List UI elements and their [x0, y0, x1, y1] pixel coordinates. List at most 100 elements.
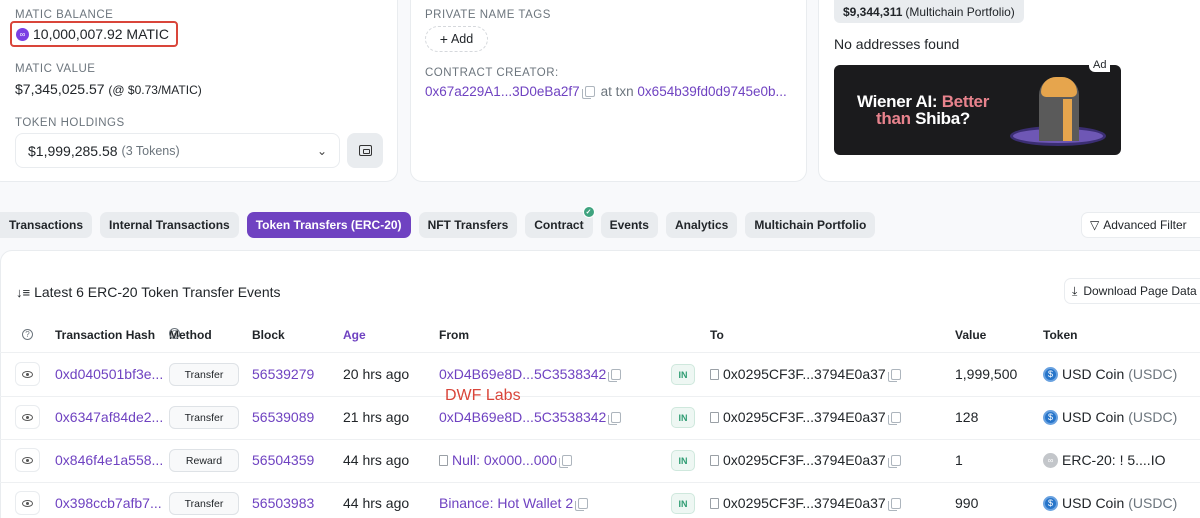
from-address-link[interactable]: 0xD4B69e8D...5C3538342 [439, 366, 606, 382]
token-holdings-dropdown[interactable]: $1,999,285.58 (3 Tokens) ⌄ [15, 133, 340, 168]
col-token: Token [1043, 328, 1078, 342]
from-cell: Binance: Hot Wallet 2 [439, 495, 594, 511]
col-age[interactable]: Age [343, 328, 366, 342]
copy-icon[interactable] [575, 498, 589, 511]
to-cell: 0x0295CF3F...3794E0a37 [710, 366, 907, 382]
token-symbol: (USDC) [1128, 495, 1178, 511]
sort-icon[interactable]: ↓≡ [16, 285, 30, 300]
copy-icon[interactable] [581, 86, 595, 99]
to-cell: 0x0295CF3F...3794E0a37 [710, 409, 907, 425]
direction-badge: IN [671, 493, 695, 514]
tab-analytics[interactable]: Analytics [665, 212, 738, 238]
from-address-link[interactable]: 0xD4B69e8D...5C3538342 [439, 409, 606, 425]
token-name: ERC-20: ! 5....IO [1062, 452, 1166, 468]
block-link[interactable]: 56503983 [252, 495, 314, 511]
direction-badge: IN [671, 450, 695, 471]
value-text: 1,999,500 [955, 366, 1018, 382]
copy-icon[interactable] [887, 455, 901, 468]
copy-icon[interactable] [608, 369, 622, 382]
method-help-icon[interactable]: ? [169, 328, 180, 339]
add-name-tag-button[interactable]: + Add [425, 26, 488, 52]
ad-banner[interactable]: Wiener AI: Better than Shiba? [834, 65, 1121, 155]
method-badge: Reward [169, 449, 239, 472]
matic-value: $7,345,025.57 (@ $0.73/MATIC) [15, 81, 202, 97]
age-text: 44 hrs ago [343, 495, 410, 511]
matic-value-label: MATIC VALUE [15, 63, 96, 75]
portfolio-label: (Multichain Portfolio) [905, 4, 1015, 19]
token-name: USD Coin [1062, 495, 1125, 511]
matic-balance-label: MATIC BALANCE [15, 9, 114, 21]
creator-txn-link[interactable]: 0x654b39fd0d9745e0b... [637, 84, 786, 99]
tab-label: Multichain Portfolio [754, 218, 867, 232]
multichain-portfolio-chip[interactable]: $9,344,311 (Multichain Portfolio) [834, 0, 1024, 23]
usdc-icon: $ [1043, 366, 1058, 382]
tab-multichain-portfolio[interactable]: Multichain Portfolio [745, 212, 876, 238]
txn-hash-link[interactable]: 0xd040501bf3e... [55, 366, 163, 382]
col-block: Block [252, 328, 285, 342]
ad-illustration-character [1039, 77, 1079, 141]
tab-contract[interactable]: Contract ✓ [525, 206, 595, 238]
copy-icon[interactable] [887, 369, 901, 382]
block-link[interactable]: 56539089 [252, 409, 314, 425]
no-addresses-text: No addresses found [834, 36, 960, 52]
preview-button[interactable] [15, 491, 40, 515]
table-row: 0x6347af84de2... Transfer 56539089 21 hr… [0, 396, 1200, 439]
events-title-text: Latest 6 ERC-20 Token Transfer Events [34, 284, 281, 300]
events-title: ↓≡ Latest 6 ERC-20 Token Transfer Events [16, 284, 281, 300]
matic-value-rate: (@ $0.73/MATIC) [108, 83, 202, 97]
method-badge: Transfer [169, 406, 239, 429]
tab-internal-transactions[interactable]: Internal Transactions [100, 212, 239, 238]
tab-label: Events [609, 218, 649, 232]
tab-label: Contract [534, 218, 584, 232]
tab-events[interactable]: Events [600, 212, 658, 238]
help-icon[interactable]: ? [22, 329, 33, 340]
from-cell: Null: 0x000...000 [439, 452, 578, 468]
txn-hash-link[interactable]: 0x846f4e1a558... [55, 452, 163, 468]
ad-line2-pink: than [876, 109, 911, 128]
generic-token-icon: ∞ [1043, 452, 1058, 468]
copy-icon[interactable] [559, 455, 573, 468]
block-link[interactable]: 56539279 [252, 366, 314, 382]
tab-token-transfers[interactable]: Token Transfers (ERC-20) [246, 212, 411, 238]
token-symbol: (USDC) [1128, 409, 1178, 425]
token-cell[interactable]: ∞ ERC-20: ! 5....IO [1043, 452, 1165, 468]
to-address: 0x0295CF3F...3794E0a37 [723, 409, 886, 425]
block-link[interactable]: 56504359 [252, 452, 314, 468]
ad-tag: Ad [1089, 58, 1111, 72]
to-address: 0x0295CF3F...3794E0a37 [723, 495, 886, 511]
token-symbol: (USDC) [1128, 366, 1178, 382]
ad-line2-white: Shiba? [915, 109, 970, 128]
download-page-data-button[interactable]: ⤓ Download Page Data [1064, 278, 1200, 304]
to-address: 0x0295CF3F...3794E0a37 [723, 366, 886, 382]
preview-button[interactable] [15, 448, 40, 472]
tab-nft-transfers[interactable]: NFT Transfers [418, 212, 518, 238]
txn-hash-link[interactable]: 0x6347af84de2... [55, 409, 163, 425]
wallet-button[interactable] [347, 133, 383, 168]
tab-label: NFT Transfers [427, 218, 509, 232]
tab-transactions[interactable]: Transactions [0, 212, 93, 238]
download-icon: ⤓ [1072, 283, 1078, 298]
token-holdings-label: TOKEN HOLDINGS [15, 117, 125, 129]
txn-hash-link[interactable]: 0x398ccb7afb7... [55, 495, 162, 511]
token-holdings-value: $1,999,285.58 [28, 142, 118, 159]
token-cell[interactable]: $ USD Coin (USDC) [1043, 366, 1177, 382]
preview-button[interactable] [15, 362, 40, 386]
copy-icon[interactable] [887, 412, 901, 425]
matic-icon: ∞ [16, 27, 29, 41]
matic-balance-value: 10,000,007.92 MATIC [33, 26, 169, 42]
token-holdings-count: (3 Tokens) [121, 143, 180, 158]
copy-icon[interactable] [887, 498, 901, 511]
creator-address-link[interactable]: 0x67a229A1...3D0eBa2f7 [425, 84, 580, 99]
preview-button[interactable] [15, 405, 40, 429]
filter-icon: ▽ [1090, 218, 1100, 232]
from-address-link[interactable]: Null: 0x000...000 [452, 452, 557, 468]
add-label: Add [450, 32, 474, 46]
verified-check-icon: ✓ [582, 206, 595, 218]
token-cell[interactable]: $ USD Coin (USDC) [1043, 495, 1177, 511]
advanced-filter-button[interactable]: ▽ Advanced Filter [1081, 212, 1200, 238]
from-address-link[interactable]: Binance: Hot Wallet 2 [439, 495, 573, 511]
copy-icon[interactable] [608, 412, 622, 425]
token-name: USD Coin [1062, 409, 1125, 425]
token-cell[interactable]: $ USD Coin (USDC) [1043, 409, 1177, 425]
col-value: Value [955, 328, 987, 342]
